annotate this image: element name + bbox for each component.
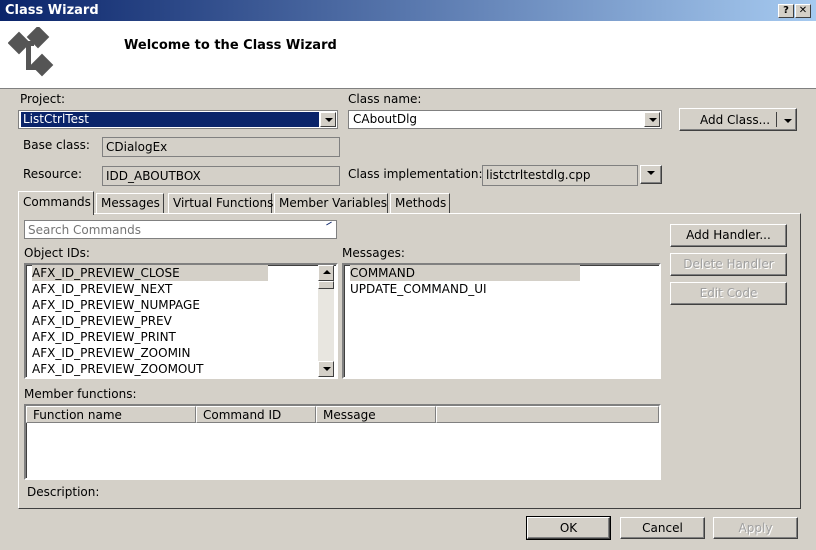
add-class-dropdown[interactable]: [780, 114, 796, 128]
messages-list[interactable]: COMMAND UPDATE_COMMAND_UI: [342, 263, 661, 379]
tab-methods[interactable]: Methods: [390, 193, 450, 214]
column-header-message[interactable]: Message: [316, 406, 436, 423]
column-header-function-name[interactable]: Function name: [26, 406, 196, 423]
chevron-down-icon: [649, 118, 657, 122]
tab-virtual-functions[interactable]: Virtual Functions: [168, 193, 273, 214]
add-handler-button[interactable]: Add Handler...: [670, 224, 787, 247]
delete-handler-button[interactable]: Delete Handler: [670, 253, 787, 276]
cancel-button[interactable]: Cancel: [620, 517, 705, 539]
add-class-button[interactable]: Add Class...: [679, 108, 797, 131]
chevron-down-icon: [325, 118, 333, 122]
help-button[interactable]: ?: [778, 4, 794, 18]
messages-label: Messages:: [342, 246, 405, 260]
search-icon: [323, 221, 333, 228]
member-functions-label: Member functions:: [24, 387, 137, 401]
chevron-down-icon: [647, 171, 655, 175]
scroll-up-button[interactable]: [318, 265, 334, 281]
class-implementation-label: Class implementation:: [348, 167, 483, 181]
project-label: Project:: [20, 92, 66, 106]
object-id-item[interactable]: AFX_ID_PREVIEW_PREV: [32, 313, 172, 329]
object-id-item[interactable]: AFX_ID_PREVIEW_ZOOMIN: [32, 345, 190, 361]
header-title: Welcome to the Class Wizard: [124, 38, 337, 53]
close-button[interactable]: ✕: [795, 4, 811, 18]
window-title: Class Wizard: [5, 3, 99, 18]
member-functions-table[interactable]: Function name Command ID Message: [24, 404, 661, 480]
edit-code-button[interactable]: Edit Code: [670, 282, 787, 305]
class-name-label: Class name:: [348, 92, 422, 106]
split-divider: [776, 112, 777, 127]
object-id-item[interactable]: AFX_ID_PREVIEW_ZOOMOUT: [32, 361, 204, 377]
base-class-label: Base class:: [23, 138, 90, 152]
chevron-down-icon: [784, 119, 792, 123]
class-name-value: CAboutDlg: [353, 112, 418, 126]
class-wizard-icon: [8, 27, 54, 77]
chevron-down-icon: [323, 367, 331, 371]
class-name-dropdown-button[interactable]: [644, 112, 660, 127]
project-value: ListCtrlTest: [21, 112, 319, 127]
message-item[interactable]: UPDATE_COMMAND_UI: [350, 281, 487, 297]
add-class-label: Add Class...: [700, 113, 771, 127]
apply-button[interactable]: Apply: [713, 517, 798, 539]
object-ids-scrollbar[interactable]: [318, 265, 334, 377]
object-id-item[interactable]: AFX_ID_PREVIEW_NUMPAGE: [32, 297, 200, 313]
class-name-combo[interactable]: CAboutDlg: [348, 110, 662, 129]
column-header-command-id[interactable]: Command ID: [196, 406, 316, 423]
message-item[interactable]: COMMAND: [350, 265, 580, 281]
description-label: Description:: [27, 485, 100, 499]
title-bar: Class Wizard ? ✕: [0, 0, 816, 21]
resource-label: Resource:: [23, 167, 83, 181]
object-ids-label: Object IDs:: [24, 246, 90, 260]
tab-messages[interactable]: Messages: [96, 193, 164, 214]
class-implementation-field: listctrltestdlg.cpp: [482, 165, 638, 186]
chevron-up-icon: [323, 270, 331, 274]
base-class-field: CDialogEx: [102, 137, 340, 157]
tab-commands[interactable]: Commands: [18, 191, 94, 215]
resource-field: IDD_ABOUTBOX: [102, 166, 340, 186]
project-dropdown-button[interactable]: [320, 112, 336, 127]
scroll-thumb[interactable]: [318, 281, 334, 289]
tab-member-variables[interactable]: Member Variables: [274, 193, 388, 214]
column-header-filler: [436, 406, 659, 423]
object-id-item[interactable]: AFX_ID_PREVIEW_PRINT: [32, 329, 176, 345]
ok-button[interactable]: OK: [526, 516, 611, 540]
object-id-item[interactable]: AFX_ID_PREVIEW_CLOSE: [32, 265, 268, 281]
scroll-down-button[interactable]: [318, 361, 334, 377]
search-commands-input[interactable]: [24, 220, 337, 239]
object-ids-list[interactable]: AFX_ID_PREVIEW_CLOSE AFX_ID_PREVIEW_NEXT…: [24, 263, 338, 379]
object-id-item[interactable]: AFX_ID_PREVIEW_NEXT: [32, 281, 172, 297]
project-combo[interactable]: ListCtrlTest: [18, 110, 338, 129]
wizard-header: Welcome to the Class Wizard: [0, 21, 816, 89]
class-implementation-dropdown[interactable]: [640, 165, 662, 184]
